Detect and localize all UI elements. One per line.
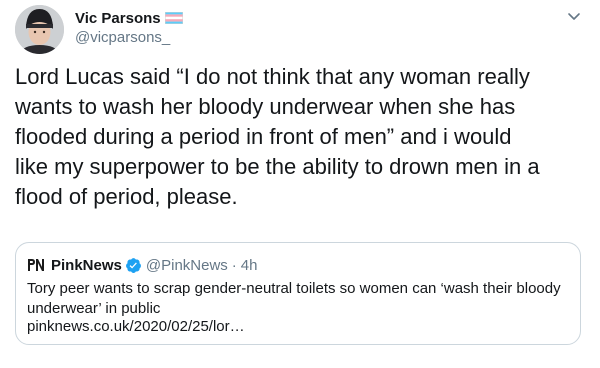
quoted-tweet-header: PinkNews @PinkNews · 4h: [27, 255, 257, 275]
quoted-timestamp[interactable]: 4h: [241, 257, 258, 274]
author-info[interactable]: Vic Parsons @vicparsons_: [75, 8, 183, 46]
trans-flag-icon: [164, 12, 183, 24]
author-handle[interactable]: @vicparsons_: [75, 29, 183, 46]
quoted-tweet-card[interactable]: PinkNews @PinkNews · 4h Tory peer wants …: [15, 242, 581, 345]
verified-badge-icon: [125, 257, 141, 273]
quoted-tweet-text: Tory peer wants to scrap gender-neutral …: [27, 279, 572, 318]
display-name[interactable]: Vic Parsons: [75, 10, 161, 27]
separator-dot: ·: [231, 256, 237, 274]
tweet-text-line: flooded during a period in front of men”…: [15, 124, 512, 149]
tweet-text-line: wants to wash her bloody underwear when …: [15, 94, 516, 119]
tweet-text-line: flood of period, please.: [15, 184, 238, 209]
tweet-text-line: like my superpower to be the ability to …: [15, 154, 540, 179]
avatar-image: [15, 5, 64, 54]
tweet-text: Lord Lucas said “I do not think that any…: [15, 62, 585, 212]
quoted-handle[interactable]: @PinkNews: [146, 257, 228, 274]
quoted-text-line: Tory peer wants to scrap gender-neutral …: [27, 280, 561, 297]
quoted-link[interactable]: pinknews.co.uk/2020/02/25/lor…: [27, 318, 245, 335]
display-name-row: Vic Parsons: [75, 8, 183, 28]
quoted-display-name[interactable]: PinkNews: [51, 257, 122, 274]
chevron-down-icon: [568, 13, 580, 20]
avatar[interactable]: [15, 5, 64, 54]
tweet-menu-button[interactable]: [566, 8, 582, 24]
tweet-text-line: Lord Lucas said “I do not think that any…: [15, 64, 530, 89]
tweet: Vic Parsons @vicparsons_ Lord Lucas said…: [0, 0, 600, 368]
pinknews-logo-icon: [28, 259, 44, 271]
quoted-text-line: underwear’ in public: [27, 299, 161, 317]
